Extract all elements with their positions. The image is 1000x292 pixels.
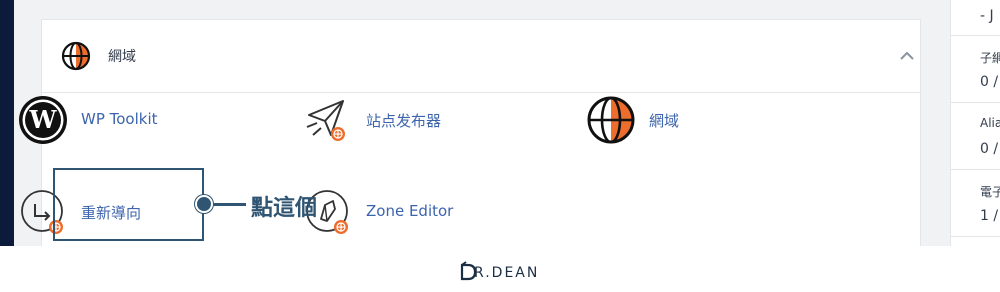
stat-email: 電子 1 / [951,169,1000,236]
stats-column: - J 子網 0 / Alia 0 / 電子 1 / [950,0,1000,246]
brand-text: R.DEAN [474,265,540,281]
brand-watermark: R.DEAN [0,258,1000,288]
tool-domains[interactable]: 網域 [586,95,776,145]
stat-value: 0 / [980,74,999,90]
globe-icon [61,41,91,71]
stat-label: 電子 [980,185,1000,199]
tool-label: Zone Editor [366,202,454,220]
callout-dot [195,195,213,213]
stat-label: 子網 [980,51,1000,65]
stat-subdomains: 子網 0 / [951,35,1000,102]
stat-divider [951,236,1000,246]
stat-aliases: Alia 0 / [951,102,1000,169]
stat-top-value: - J [980,8,994,24]
stat-label: Alia [980,116,1000,130]
callout-text: 點這個 [251,196,318,221]
wordpress-icon: W [19,96,67,144]
left-nav-strip [0,0,14,246]
site-publisher-icon [306,100,345,141]
tool-zone-editor[interactable]: Zone Editor [303,187,493,237]
panel-title: 網域 [108,49,136,65]
domains-panel-header[interactable]: 網域 [42,20,920,93]
tool-label: 站点发布器 [366,112,442,130]
tool-site-publisher[interactable]: 站点发布器 [303,95,493,145]
svg-text:W: W [29,105,58,134]
callout-line [212,203,246,206]
tool-label: 網域 [649,112,680,130]
cpanel-app: 網域 W WP Toolkit 站点发布器 網域 重新導向 Zone Edito… [0,0,1000,246]
chevron-up-icon[interactable] [894,46,920,66]
tool-label: WP Toolkit [81,110,158,128]
highlight-box [53,168,204,241]
stat-value: 0 / [980,141,999,157]
globe-icon [587,96,635,144]
tool-wp-toolkit[interactable]: W WP Toolkit [18,95,208,145]
stat-value: 1 / [980,208,999,224]
